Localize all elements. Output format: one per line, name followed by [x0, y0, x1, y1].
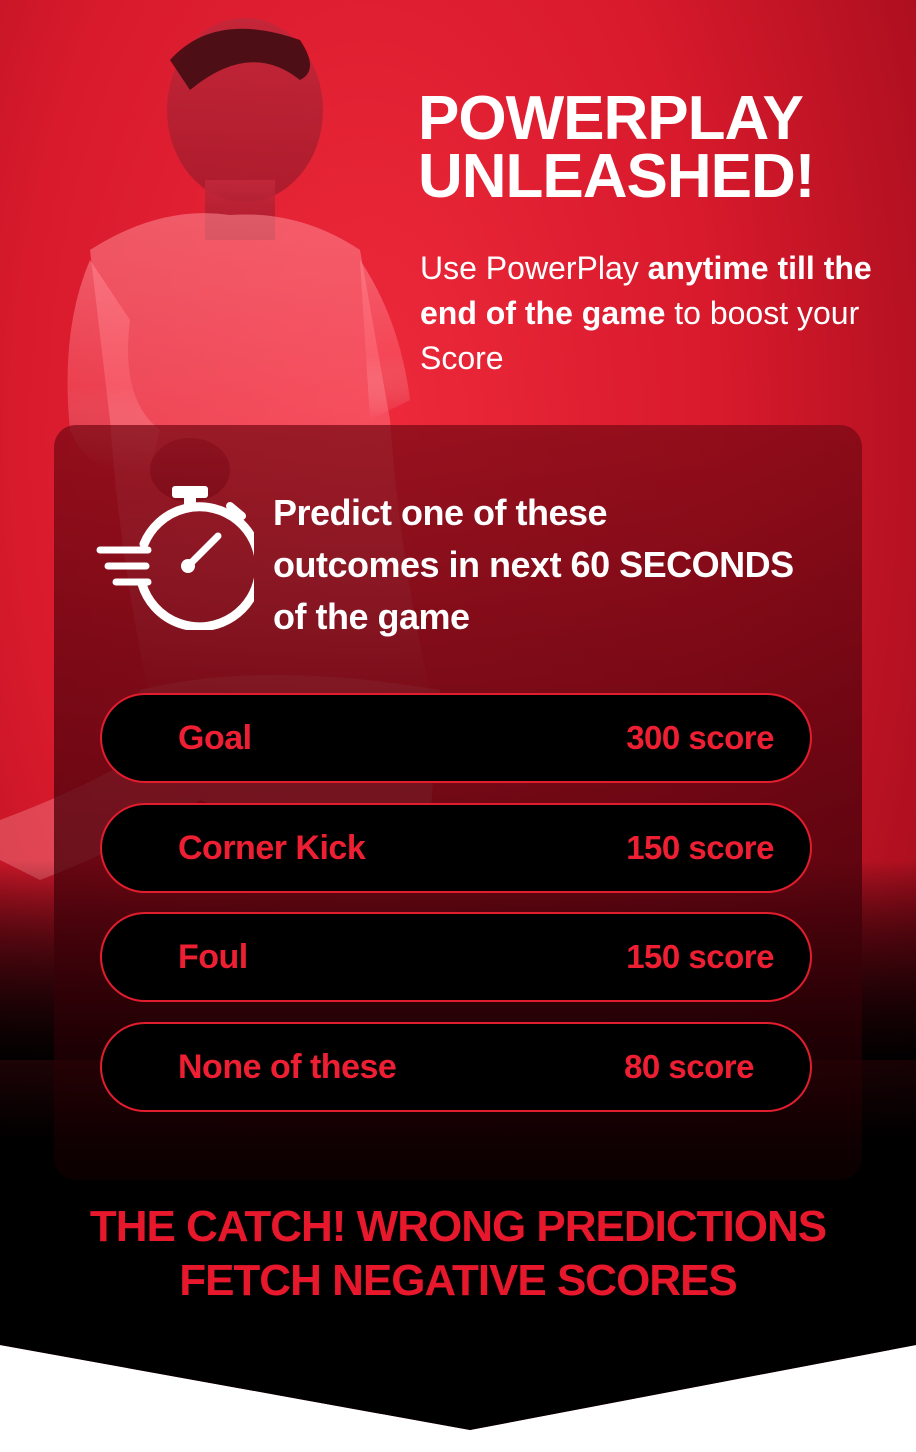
- option-goal-button[interactable]: Goal 300 score: [100, 693, 812, 783]
- instructions-line-2: outcomes in next 60 SECONDS: [273, 544, 794, 585]
- option-label: Foul: [178, 938, 248, 976]
- title-line-2: UNLEASHED!: [418, 142, 815, 211]
- option-label: Goal: [178, 719, 252, 757]
- stopwatch-icon: [96, 486, 254, 630]
- instructions-line-3: of the game: [273, 596, 470, 637]
- warning-line-2: FETCH NEGATIVE SCORES: [179, 1256, 738, 1305]
- warning-line-1: THE CATCH! WRONG PREDICTIONS: [89, 1202, 827, 1251]
- title-line-1: POWERPLAY: [418, 84, 804, 153]
- option-score: 300 score: [626, 719, 774, 756]
- option-none-of-these-button[interactable]: None of these 80 score: [100, 1022, 812, 1112]
- instructions-line-1: Predict one of these: [273, 492, 608, 533]
- prediction-instructions: Predict one of these outcomes in next 60…: [273, 487, 833, 643]
- option-label: Corner Kick: [178, 829, 366, 867]
- subtitle-part-1: Use PowerPlay: [420, 250, 648, 286]
- subtitle: Use PowerPlay anytime till the end of th…: [420, 246, 880, 381]
- option-score: 150 score: [626, 938, 774, 975]
- option-label: None of these: [178, 1048, 397, 1086]
- option-corner-kick-button[interactable]: Corner Kick 150 score: [100, 803, 812, 893]
- page-title: POWERPLAY UNLEASHED!: [418, 84, 888, 211]
- option-foul-button[interactable]: Foul 150 score: [100, 912, 812, 1002]
- option-score: 150 score: [626, 829, 774, 866]
- warning-message: THE CATCH! WRONG PREDICTIONS FETCH NEGAT…: [0, 1200, 916, 1308]
- option-score: 80 score: [624, 1048, 754, 1085]
- powerplay-banner: POWERPLAY UNLEASHED! Use PowerPlay anyti…: [0, 0, 916, 1430]
